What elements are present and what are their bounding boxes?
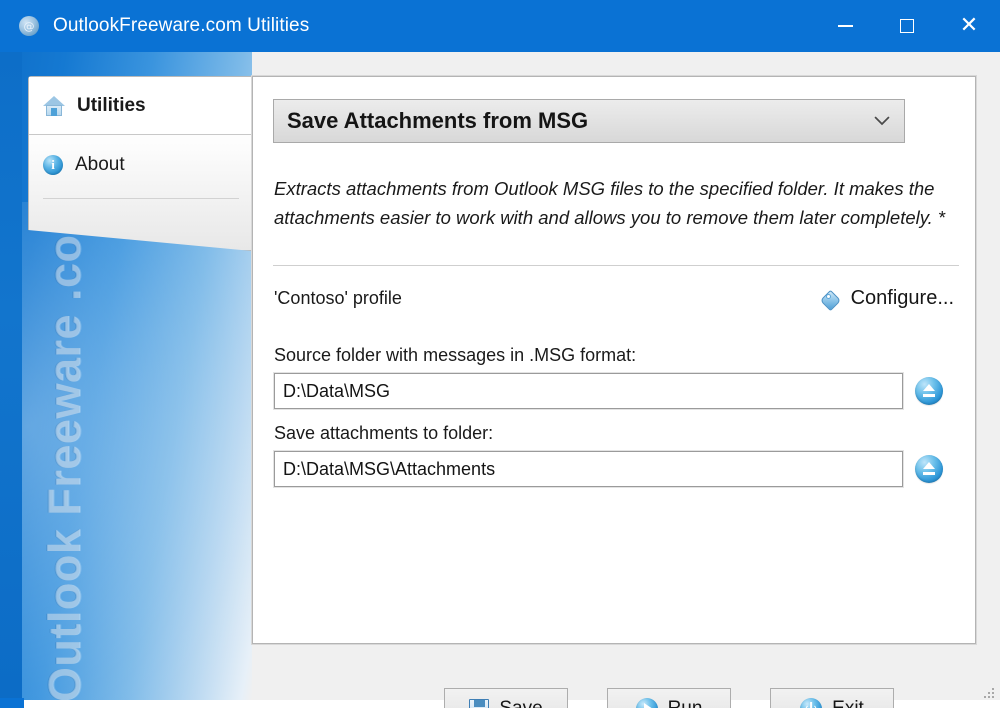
destination-folder-field-group: Save attachments to folder: — [274, 423, 968, 487]
destination-folder-input[interactable] — [274, 451, 903, 487]
title-bar: OutlookFreeware.com Utilities ✕ — [0, 0, 1000, 52]
maximize-icon — [900, 19, 914, 33]
close-icon: ✕ — [960, 15, 978, 37]
utility-description: Extracts attachments from Outlook MSG fi… — [274, 175, 968, 232]
profile-name: 'Contoso' profile — [274, 288, 402, 309]
application-window: OutlookFreeware.com Utilities ✕ Outlook … — [0, 0, 1000, 708]
minimize-icon — [838, 25, 853, 27]
sidebar-item-about-label: About — [75, 154, 125, 176]
utility-panel: Save Attachments from MSG Extracts attac… — [252, 76, 976, 644]
source-folder-input[interactable] — [274, 373, 903, 409]
utility-selector-value: Save Attachments from MSG — [287, 108, 588, 134]
profile-row: 'Contoso' profile Configure... — [274, 287, 960, 310]
tag-icon — [821, 289, 843, 309]
window-title: OutlookFreeware.com Utilities — [53, 15, 309, 37]
content-area: Save Attachments from MSG Extracts attac… — [252, 52, 1000, 700]
window-controls: ✕ — [814, 0, 1000, 52]
configure-label: Configure... — [851, 287, 954, 310]
footer-buttons: Save Run Exit — [444, 688, 894, 708]
exit-button[interactable]: Exit — [770, 688, 894, 708]
sidebar-item-utilities[interactable]: Utilities — [29, 77, 253, 135]
maximize-button[interactable] — [876, 0, 938, 52]
sidebar-tab-card: Utilities About — [28, 76, 252, 251]
source-folder-browse-button[interactable] — [915, 377, 943, 405]
destination-folder-browse-button[interactable] — [915, 455, 943, 483]
utility-selector-dropdown[interactable]: Save Attachments from MSG — [273, 99, 905, 143]
minimize-button[interactable] — [814, 0, 876, 52]
info-icon — [43, 155, 63, 175]
bottom-accent-bar — [0, 698, 24, 708]
destination-folder-row — [274, 451, 968, 487]
source-folder-label: Source folder with messages in .MSG form… — [274, 345, 968, 366]
section-divider — [273, 265, 959, 266]
run-button-label: Run — [668, 698, 703, 708]
floppy-disk-icon — [469, 699, 489, 708]
source-folder-row — [274, 373, 968, 409]
save-button[interactable]: Save — [444, 688, 568, 708]
watermark-text: Outlook Freeware .com — [39, 168, 91, 700]
save-button-label: Save — [499, 698, 542, 708]
left-accent-strip — [0, 52, 22, 700]
source-folder-field-group: Source folder with messages in .MSG form… — [274, 345, 968, 409]
chevron-down-icon — [874, 113, 890, 129]
configure-button[interactable]: Configure... — [821, 287, 954, 310]
home-icon — [43, 96, 65, 116]
resize-grip[interactable] — [982, 686, 994, 698]
at-sign-icon — [19, 16, 39, 36]
sidebar-item-utilities-label: Utilities — [77, 95, 146, 117]
exit-button-label: Exit — [832, 698, 864, 708]
sidebar-item-about[interactable]: About — [29, 136, 253, 194]
close-button[interactable]: ✕ — [938, 0, 1000, 52]
run-button[interactable]: Run — [607, 688, 731, 708]
power-icon — [800, 698, 822, 708]
play-icon — [636, 698, 658, 708]
destination-folder-label: Save attachments to folder: — [274, 423, 968, 444]
